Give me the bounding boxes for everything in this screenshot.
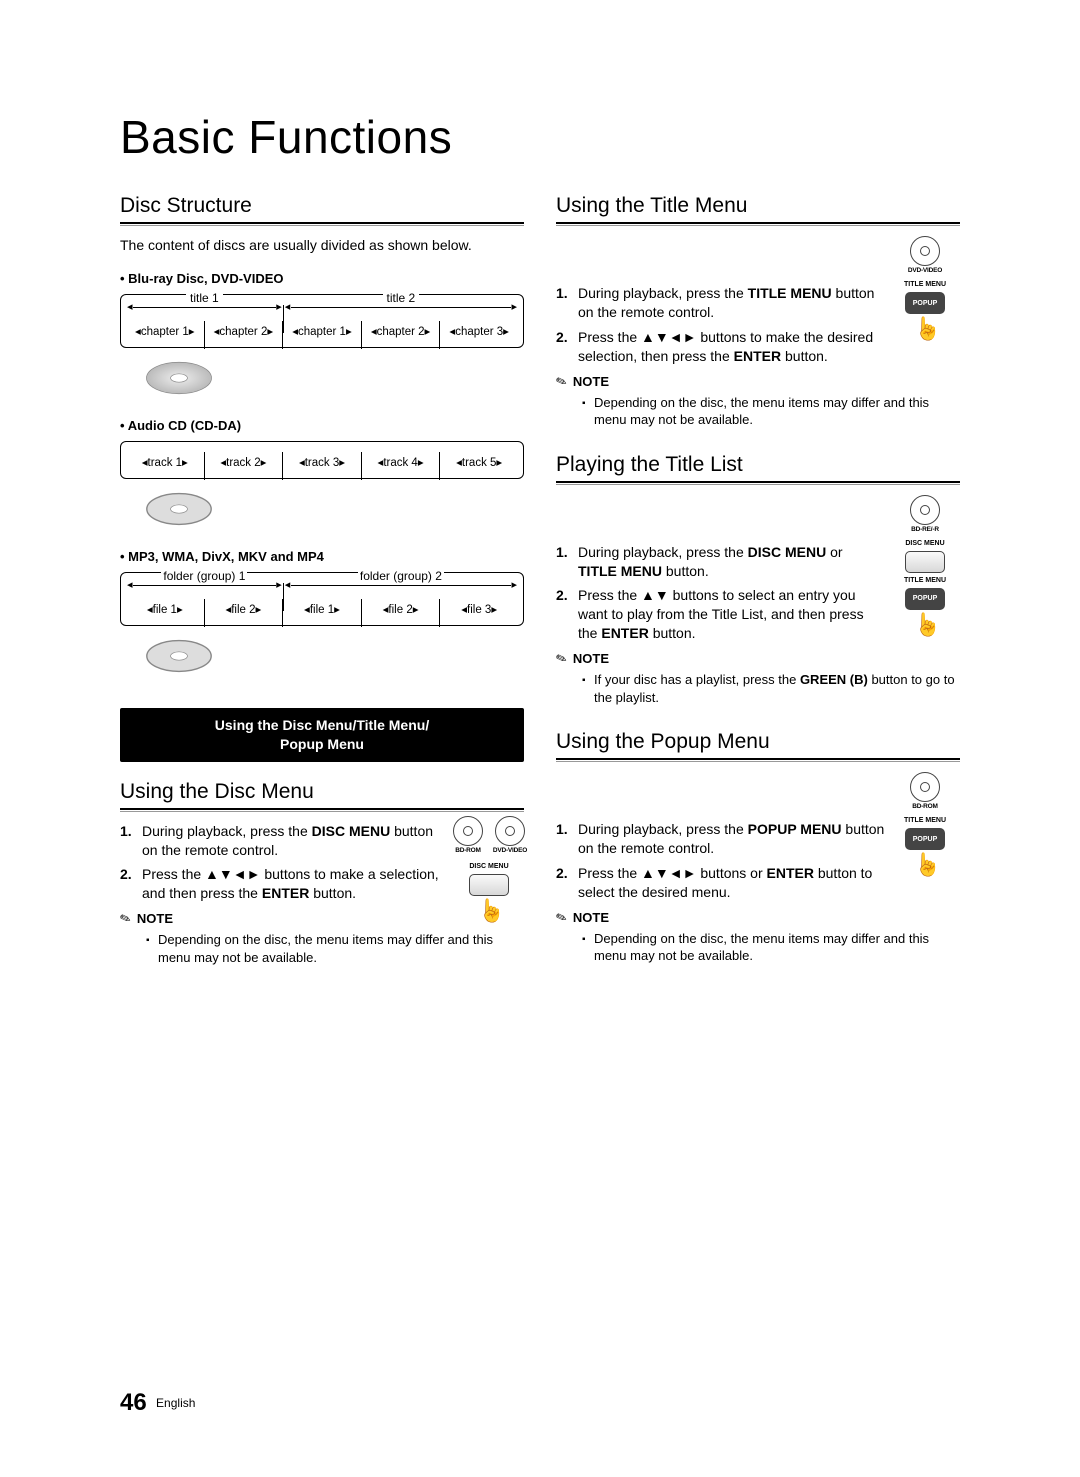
separator [204, 321, 205, 349]
disc-menu-heading: Using the Disc Menu [120, 780, 524, 804]
title-list-heading: Playing the Title List [556, 453, 960, 477]
note-item: Depending on the disc, the menu items ma… [582, 930, 960, 965]
separator [282, 599, 283, 627]
page-title: Basic Functions [120, 110, 960, 164]
disc-menu-label: DISC MENU [905, 540, 944, 547]
separator [361, 321, 362, 349]
remote-popup-button: POPUP [905, 292, 945, 314]
bd-rom-badge: BD-ROM [907, 772, 943, 810]
disc-structure-heading: Disc Structure [120, 194, 524, 218]
file-label: file 2 [206, 602, 282, 616]
list-item: 2. Press the ▲▼◄► buttons to make the de… [556, 328, 885, 366]
list-item: 1. During playback, press the TITLE MENU… [556, 284, 885, 322]
track-label: track 3 [284, 455, 360, 469]
bd-dvd-diagram: ◂▸title 1 ◂▸title 2 chapter 1 chapter 2 … [120, 294, 524, 348]
list-item: 1. During playback, press the POPUP MENU… [556, 820, 885, 858]
folder-label: folder (group) 1 [161, 569, 247, 583]
remote-disc-menu-button [469, 874, 509, 896]
list-item: 2. Press the ▲▼ buttons to select an ent… [556, 586, 885, 643]
title-menu-label: TITLE MENU [904, 281, 946, 288]
disc-structure-intro: The content of discs are usually divided… [120, 236, 524, 255]
divider [120, 808, 524, 812]
folder-label: folder (group) 2 [358, 569, 444, 583]
list-item: 1. During playback, press the DISC MENU … [120, 822, 449, 860]
cd-diagram: track 1 track 2 track 3 track 4 track 5 [120, 441, 524, 479]
popup-menu-heading: Using the Popup Menu [556, 730, 960, 754]
hand-icon [911, 616, 939, 646]
title-menu-label: TITLE MENU [904, 577, 946, 584]
track-label: track 5 [441, 455, 517, 469]
chapter-label: chapter 2 [363, 324, 439, 338]
dvd-video-badge: DVD-VIDEO [492, 816, 528, 854]
note-heading: NOTE [556, 374, 960, 390]
separator [282, 321, 283, 349]
note-heading: NOTE [556, 651, 960, 667]
disc-icon [144, 485, 214, 533]
separator [204, 452, 205, 480]
note-item: If your disc has a playlist, press the G… [582, 671, 960, 706]
chapter-label: chapter 2 [206, 324, 282, 338]
divider [556, 222, 960, 226]
file-label: file 1 [284, 602, 360, 616]
separator [282, 452, 283, 480]
page-number: 46 [120, 1389, 147, 1416]
separator [361, 599, 362, 627]
separator [361, 452, 362, 480]
note-item: Depending on the disc, the menu items ma… [582, 394, 960, 429]
track-label: track 1 [127, 455, 203, 469]
track-label: track 2 [206, 455, 282, 469]
page-footer: 46 English [120, 1389, 195, 1417]
file-label: file 3 [441, 602, 517, 616]
hand-icon [911, 320, 939, 350]
note-heading: NOTE [556, 910, 960, 926]
bd-dvd-heading: Blu-ray Disc, DVD-VIDEO [120, 271, 524, 286]
left-column: Disc Structure The content of discs are … [120, 194, 524, 970]
file-label: file 2 [363, 602, 439, 616]
list-item: 2. Press the ▲▼◄► buttons or ENTER butto… [556, 864, 885, 902]
disc-icon [144, 354, 214, 402]
hand-icon [911, 856, 939, 886]
section-bar: Using the Disc Menu/Title Menu/ Popup Me… [120, 708, 524, 762]
separator [439, 599, 440, 627]
list-item: 1. During playback, press the DISC MENU … [556, 543, 885, 581]
separator [204, 599, 205, 627]
mp-heading: MP3, WMA, DivX, MKV and MP4 [120, 549, 524, 564]
dvd-video-badge: DVD-VIDEO [907, 236, 943, 274]
remote-popup-button: POPUP [905, 828, 945, 850]
track-label: track 4 [363, 455, 439, 469]
chapter-label: chapter 3 [441, 324, 517, 338]
divider [556, 481, 960, 485]
mp-diagram: ◂▸folder (group) 1 ◂▸folder (group) 2 fi… [120, 572, 524, 626]
title-label: title 1 [186, 291, 223, 305]
title-menu-heading: Using the Title Menu [556, 194, 960, 218]
page-language: English [156, 1396, 195, 1410]
bd-re-r-badge: BD-RE/-R [907, 495, 943, 533]
note-item: Depending on the disc, the menu items ma… [146, 931, 524, 966]
cd-heading: Audio CD (CD-DA) [120, 418, 524, 433]
hand-icon [475, 902, 503, 932]
title-label: title 2 [383, 291, 420, 305]
chapter-label: chapter 1 [284, 324, 360, 338]
title-menu-label: TITLE MENU [904, 817, 946, 824]
bd-rom-badge: BD-ROM [450, 816, 486, 854]
separator [439, 452, 440, 480]
remote-disc-menu-button [905, 551, 945, 573]
separator [439, 321, 440, 349]
right-column: Using the Title Menu DVD-VIDEO TITLE MEN… [556, 194, 960, 970]
file-label: file 1 [127, 602, 203, 616]
remote-popup-button: POPUP [905, 588, 945, 610]
list-item: 2. Press the ▲▼◄► buttons to make a sele… [120, 865, 449, 903]
chapter-label: chapter 1 [127, 324, 203, 338]
disc-icon [144, 632, 214, 680]
divider [120, 222, 524, 226]
divider [556, 758, 960, 762]
disc-menu-label: DISC MENU [469, 863, 508, 870]
